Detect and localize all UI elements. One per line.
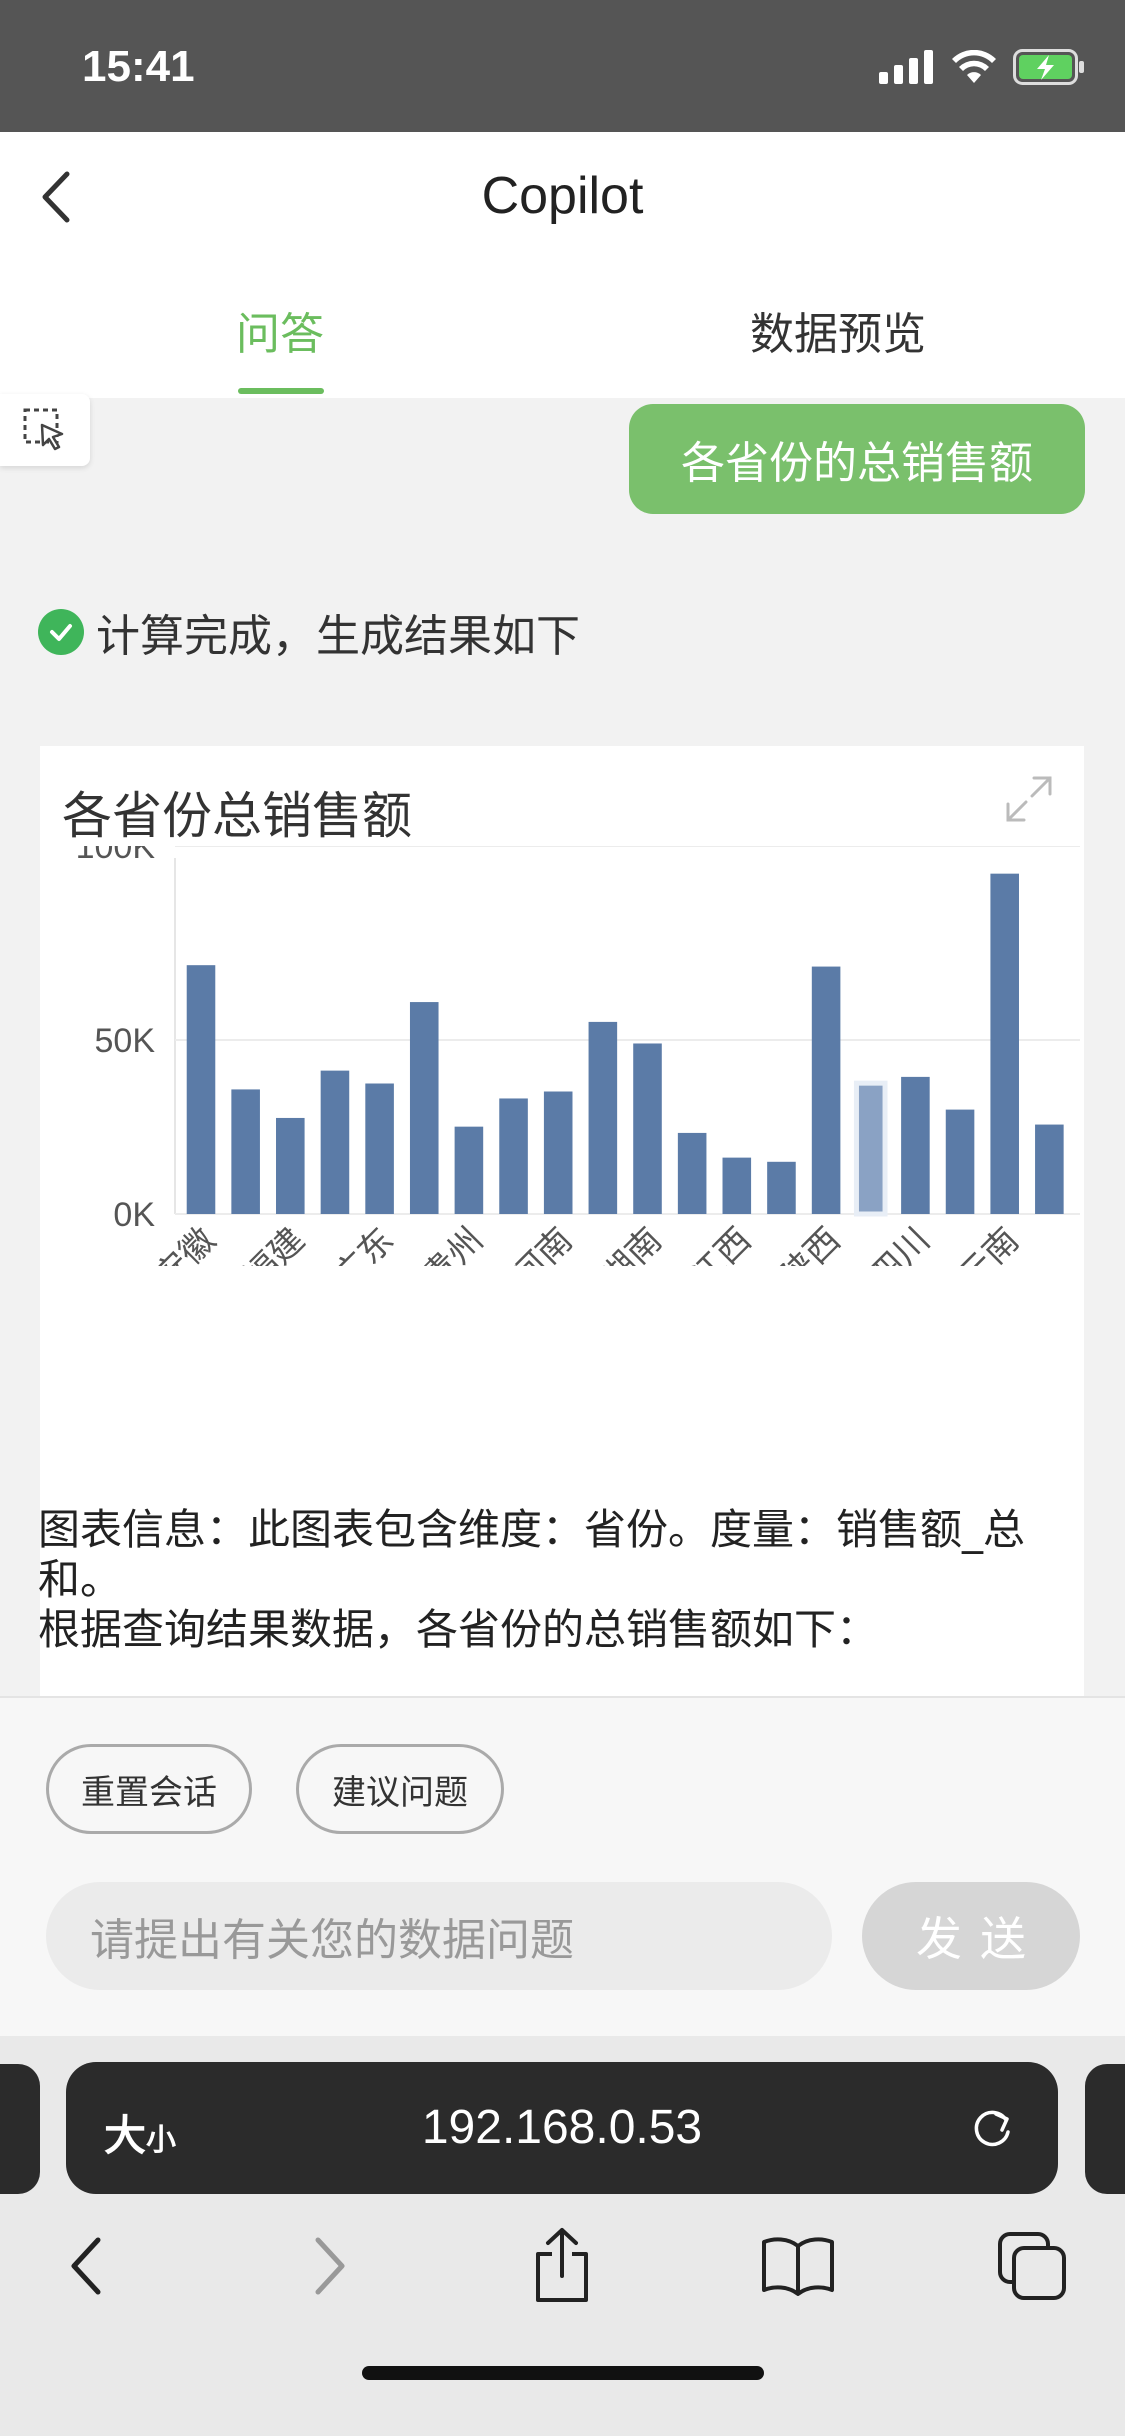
status-icons (879, 44, 1085, 90)
share-button[interactable] (522, 2226, 602, 2306)
bar[interactable] (276, 1117, 305, 1214)
result-status: 计算完成，生成结果如下 (38, 600, 580, 664)
url-text: 192.168.0.53 (421, 2101, 703, 2154)
bar[interactable] (853, 1080, 888, 1217)
bar[interactable] (186, 965, 216, 1214)
user-message-bubble: 各省份的总销售额 (629, 404, 1085, 514)
x-tick-label: 河南 (504, 1220, 580, 1266)
bar[interactable] (722, 1157, 752, 1214)
reload-icon[interactable] (966, 2102, 1018, 2154)
status-time: 15:41 (82, 42, 195, 91)
address-bar[interactable]: 大小 192.168.0.53 (66, 2062, 1058, 2194)
tab-data-preview[interactable]: 数据预览 (750, 298, 926, 362)
bar[interactable] (945, 1109, 975, 1214)
forward-arrow-icon (315, 2237, 345, 2295)
x-tick-label: 湖南 (593, 1220, 669, 1266)
x-tick-label: 广东 (326, 1220, 402, 1266)
bar[interactable] (543, 1091, 573, 1214)
chart-info-dimensions: 图表信息：此图表包含维度：省份。度量：销售额_总和。 (38, 1505, 1026, 1604)
bar[interactable] (499, 1098, 528, 1214)
bar[interactable] (677, 1132, 707, 1214)
y-tick-label: 50K (95, 1022, 156, 1060)
share-icon (536, 2228, 588, 2302)
bar[interactable] (409, 1002, 439, 1214)
y-tick-label: 100K (76, 846, 156, 866)
tabs-icon (998, 2232, 1066, 2300)
previous-tab-peek[interactable] (0, 2064, 40, 2194)
x-tick-label: 贵州 (415, 1220, 491, 1266)
browser-back-button[interactable] (46, 2226, 126, 2306)
expand-icon[interactable] (1002, 772, 1056, 826)
x-tick-label: 安徽 (147, 1220, 223, 1266)
tabs-button[interactable] (992, 2226, 1072, 2306)
send-button[interactable]: 发送 (862, 1882, 1080, 1990)
y-tick-label: 0K (113, 1196, 155, 1234)
chart-info-summary: 根据查询结果数据，各省份的总销售额如下： (38, 1605, 879, 1654)
back-arrow-icon (71, 2237, 101, 2295)
app-header: Copilot 问答 数据预览 (0, 132, 1125, 398)
x-tick-label: 江西 (683, 1220, 759, 1266)
bar[interactable] (633, 1043, 662, 1214)
book-icon (762, 2237, 834, 2296)
bar[interactable] (588, 1021, 618, 1214)
chart-info-text: 图表信息：此图表包含维度：省份。度量：销售额_总和。 根据查询结果数据，各省份的… (38, 1505, 1083, 1655)
x-tick-label: 四川 (861, 1220, 937, 1266)
check-circle-icon (38, 609, 84, 655)
page-title: Copilot (481, 167, 644, 225)
signal-icon (879, 50, 933, 84)
status-text: 计算完成，生成结果如下 (96, 611, 580, 662)
chart-title: 各省份总销售额 (62, 787, 412, 845)
x-tick-label: 福建 (236, 1220, 312, 1266)
tab-qa[interactable]: 问答 (236, 298, 324, 362)
home-indicator (362, 2366, 764, 2380)
next-tab-peek[interactable] (1085, 2064, 1125, 2194)
bar[interactable] (454, 1126, 484, 1214)
bar-chart: 100K 50K 0K 安徽 福建 广东 贵州 河南 湖南 江西 陕西 四川 云南 (76, 846, 1080, 1266)
bar[interactable] (767, 1161, 796, 1214)
reset-session-button[interactable]: 重置会话 (46, 1744, 252, 1834)
question-input[interactable]: 请提出有关您的数据问题 (46, 1882, 832, 1990)
battery-charging-icon (1013, 49, 1084, 85)
active-tab-indicator (238, 388, 324, 394)
selection-tool-button[interactable] (0, 394, 90, 466)
wifi-icon (952, 50, 996, 83)
bar[interactable] (1035, 1124, 1064, 1214)
select-cursor-icon (23, 408, 64, 451)
bar[interactable] (901, 1076, 930, 1214)
input-panel: 重置会话 建议问题 请提出有关您的数据问题 发送 (0, 1696, 1125, 2036)
bar[interactable] (811, 966, 841, 1214)
suggest-questions-button[interactable]: 建议问题 (296, 1744, 504, 1834)
status-bar: 15:41 (0, 0, 1125, 132)
bar[interactable] (365, 1083, 394, 1215)
bar[interactable] (990, 873, 1019, 1214)
bar[interactable] (320, 1070, 350, 1214)
x-tick-label: 云南 (951, 1220, 1027, 1266)
browser-forward-button[interactable] (290, 2226, 370, 2306)
x-tick-label: 陕西 (772, 1220, 848, 1266)
bar[interactable] (231, 1089, 260, 1214)
bookmarks-button[interactable] (758, 2226, 838, 2306)
